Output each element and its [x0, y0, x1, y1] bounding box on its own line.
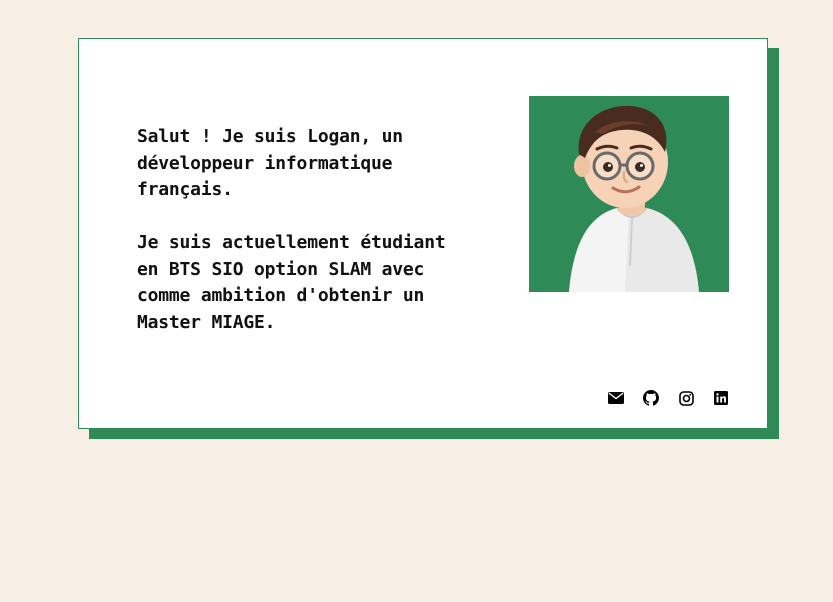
profile-photo — [529, 96, 729, 292]
intro-paragraph-2: Je suis actuellement étudiant en BTS SIO… — [137, 232, 446, 333]
instagram-icon — [678, 390, 694, 406]
envelope-icon — [608, 392, 624, 404]
github-link[interactable] — [643, 390, 659, 406]
avatar — [529, 96, 729, 292]
linkedin-link[interactable] — [713, 390, 729, 406]
email-link[interactable] — [608, 390, 624, 406]
instagram-link[interactable] — [678, 390, 694, 406]
about-card: Salut ! Je suis Logan, un développeur in… — [78, 38, 768, 429]
github-icon — [643, 390, 659, 406]
social-links — [608, 390, 729, 406]
intro-paragraph-1: Salut ! Je suis Logan, un développeur in… — [137, 126, 403, 200]
linkedin-icon — [714, 391, 728, 405]
intro-text: Salut ! Je suis Logan, un développeur in… — [137, 124, 467, 336]
